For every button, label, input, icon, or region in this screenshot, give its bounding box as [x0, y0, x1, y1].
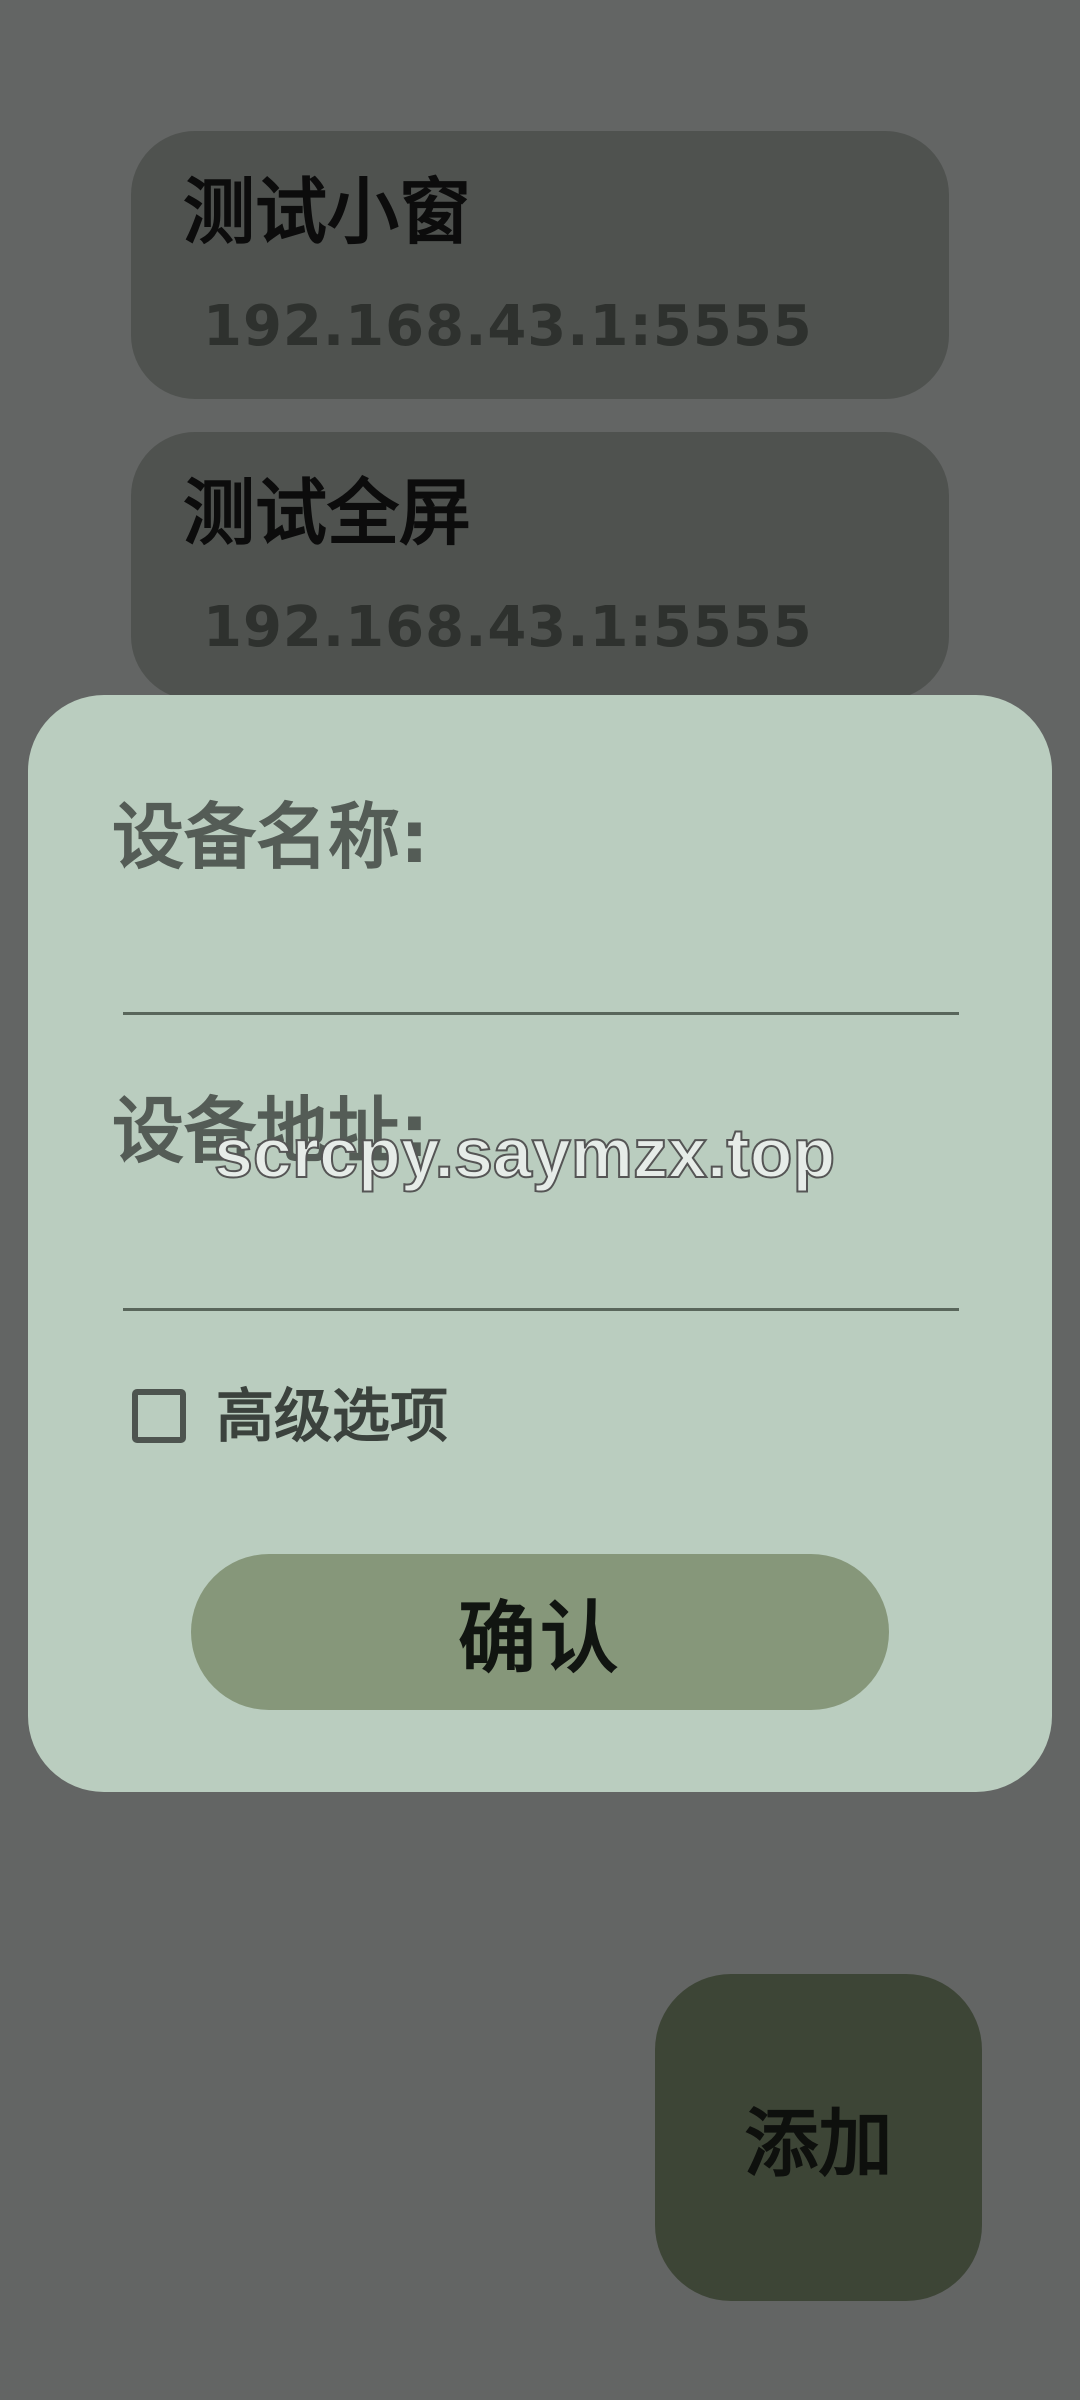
- device-name: 测试小窗: [183, 170, 472, 254]
- watermark-text: scrcpy.saymzx.top: [213, 1114, 836, 1192]
- advanced-options-label: 高级选项: [216, 1382, 449, 1450]
- advanced-options-toggle[interactable]: 高级选项: [132, 1387, 448, 1445]
- add-device-dialog: 设备名称: 设备地址: 高级选项 确认: [28, 695, 1052, 1792]
- device-name: 测试全屏: [183, 471, 472, 555]
- add-device-button[interactable]: 添加: [655, 1974, 982, 2301]
- device-address: 192.168.43.1:5555: [203, 294, 813, 359]
- device-address-field[interactable]: [123, 1241, 959, 1311]
- device-address: 192.168.43.1:5555: [203, 595, 813, 660]
- confirm-button[interactable]: 确认: [191, 1554, 889, 1710]
- advanced-options-checkbox[interactable]: [132, 1389, 186, 1443]
- device-card[interactable]: 测试全屏 192.168.43.1:5555: [131, 432, 949, 700]
- device-name-label: 设备名称:: [112, 795, 429, 879]
- device-card[interactable]: 测试小窗 192.168.43.1:5555: [131, 131, 949, 399]
- device-name-field[interactable]: [123, 945, 959, 1015]
